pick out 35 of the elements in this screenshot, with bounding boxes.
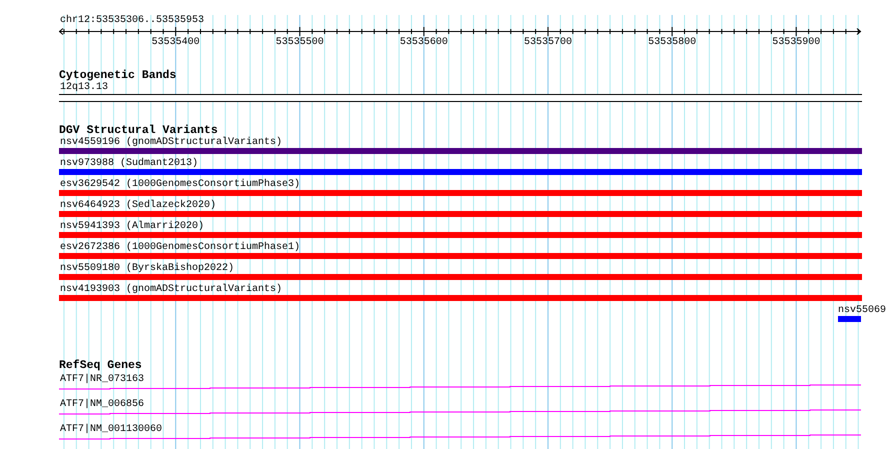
location-label: chr12:53535306..53535953	[59, 15, 206, 27]
variant-bar[interactable]	[59, 148, 862, 154]
band-label: 12q13.13	[59, 82, 108, 94]
tick-label: 53535900	[772, 37, 820, 48]
variant-bar[interactable]	[59, 211, 862, 217]
variant-bar[interactable]	[59, 253, 862, 259]
variant-label: nsv5509180 (ByrskaBishop2022)	[59, 263, 234, 274]
variant-label: nsv5941393 (Almarri2020)	[59, 221, 204, 232]
gene-label: ATF7|NR_073163	[59, 374, 144, 386]
variant-label: nsv55069	[838, 305, 886, 316]
tick-label: 53535600	[400, 37, 448, 48]
variant-label: esv3629542 (1000GenomesConsortiumPhase3)	[59, 179, 300, 190]
gene-line[interactable]	[59, 434, 862, 440]
variant-bar[interactable]	[59, 232, 862, 238]
variant-bar[interactable]	[59, 190, 862, 196]
gene-line[interactable]	[59, 384, 862, 390]
tick-label: 53535500	[276, 37, 324, 48]
tick-label: 53535400	[152, 37, 200, 48]
variant-bar[interactable]	[838, 316, 861, 322]
variant-label: nsv4193903 (gnomADStructuralVariants)	[59, 284, 282, 295]
track-title: DGV Structural Variants	[59, 125, 218, 137]
tick-label: 53535800	[648, 37, 696, 48]
variant-bar[interactable]	[59, 295, 862, 301]
tick-label: 53535700	[524, 37, 572, 48]
variant-label: nsv6464923 (Sedlazeck2020)	[59, 200, 216, 211]
variant-label: nsv4559196 (gnomADStructuralVariants)	[59, 137, 282, 148]
variant-label: esv2672386 (1000GenomesConsortiumPhase1)	[59, 242, 300, 253]
gene-label: ATF7|NM_006856	[59, 399, 144, 411]
track-title: RefSeq Genes	[59, 360, 143, 372]
variant-bar[interactable]	[59, 169, 862, 175]
gene-line[interactable]	[59, 410, 862, 414]
variant-label: nsv973988 (Sudmant2013)	[59, 158, 198, 169]
gene-label: ATF7|NM_001130060	[59, 424, 162, 436]
track-title: Cytogenetic Bands	[59, 70, 178, 82]
variant-bar[interactable]	[59, 274, 862, 280]
